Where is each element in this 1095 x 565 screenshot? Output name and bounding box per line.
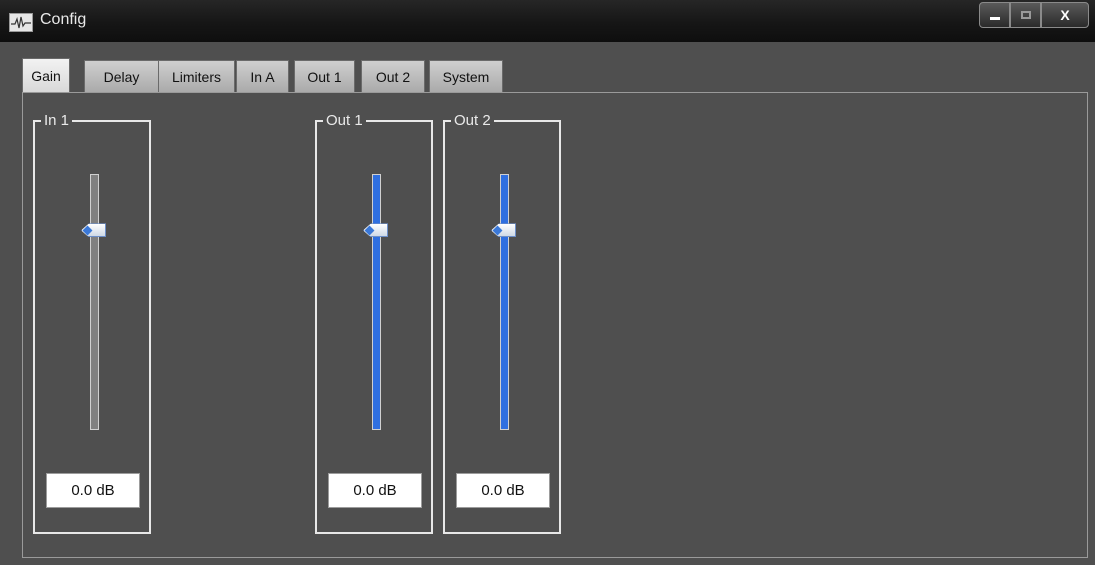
title-bar[interactable]: Config X xyxy=(0,0,1095,42)
gain-value-field[interactable]: 0.0 dB xyxy=(46,473,140,508)
channel-label: Out 2 xyxy=(451,112,494,130)
tab-limiters[interactable]: Limiters xyxy=(158,60,235,93)
tab-out-2[interactable]: Out 2 xyxy=(361,60,425,93)
waveform-icon xyxy=(9,13,33,32)
gain-slider-fill xyxy=(91,175,98,429)
tab-gain[interactable]: Gain xyxy=(22,58,70,93)
gain-slider-thumb[interactable] xyxy=(81,223,106,238)
channel-group-in-1: In 1 0.0 dB xyxy=(33,112,151,534)
channel-group-out-1: Out 1 0.0 dB xyxy=(315,112,433,534)
gain-slider-track[interactable] xyxy=(500,174,509,430)
maximize-icon xyxy=(1020,11,1031,19)
close-button[interactable]: X xyxy=(1041,2,1089,28)
channel-label: Out 1 xyxy=(323,112,366,130)
gain-slider-track[interactable] xyxy=(90,174,99,430)
tab-in-a[interactable]: In A xyxy=(236,60,289,93)
channel-group-out-2: Out 2 0.0 dB xyxy=(443,112,561,534)
maximize-button[interactable] xyxy=(1010,2,1041,28)
config-window: Config X Gain Delay Limiters In A Out 1 … xyxy=(0,0,1095,565)
gain-slider-fill xyxy=(501,175,508,429)
gain-slider-thumb[interactable] xyxy=(491,223,516,238)
gain-value-field[interactable]: 0.0 dB xyxy=(456,473,550,508)
minimize-button[interactable] xyxy=(979,2,1010,28)
gain-value-field[interactable]: 0.0 dB xyxy=(328,473,422,508)
channel-label: In 1 xyxy=(41,112,73,130)
gain-slider-fill xyxy=(373,175,380,429)
tab-out-1[interactable]: Out 1 xyxy=(294,60,355,93)
gain-slider-thumb[interactable] xyxy=(363,223,388,238)
tab-system[interactable]: System xyxy=(429,60,503,93)
minimize-icon xyxy=(989,17,1000,20)
tab-delay[interactable]: Delay xyxy=(84,60,159,93)
gain-slider-track[interactable] xyxy=(372,174,381,430)
window-controls: X xyxy=(979,2,1089,29)
window-title: Config xyxy=(40,11,87,28)
